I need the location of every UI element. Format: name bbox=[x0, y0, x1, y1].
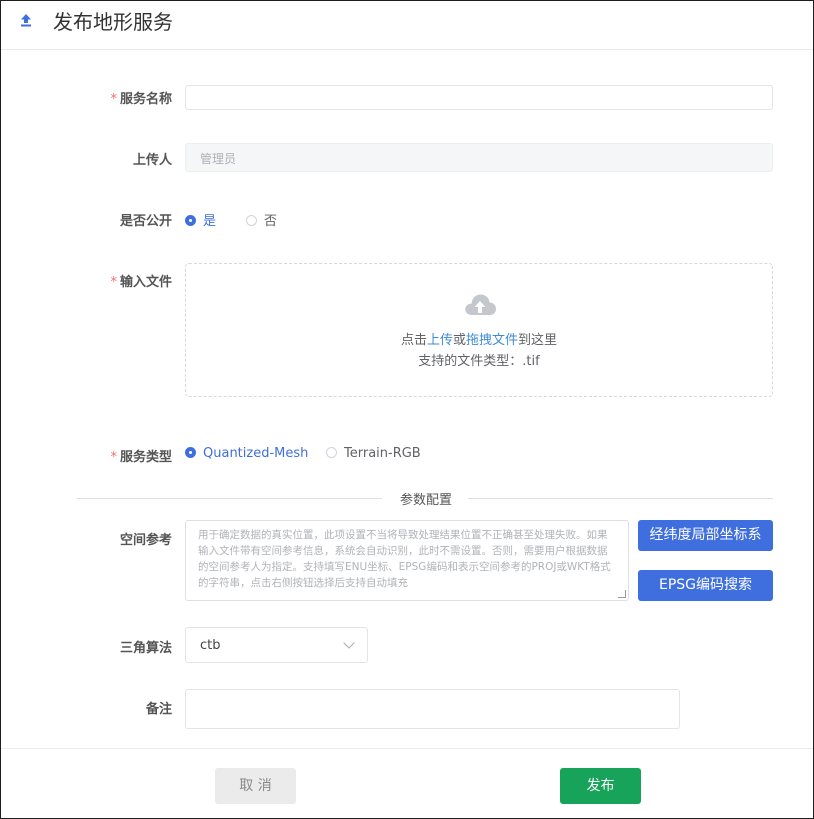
remark-textarea[interactable] bbox=[185, 689, 680, 729]
chevron-down-icon bbox=[343, 637, 355, 649]
service-name-label: * 服务名称 bbox=[110, 92, 172, 107]
service-name-input[interactable] bbox=[185, 85, 773, 110]
params-section-title: 参数配置 bbox=[400, 493, 453, 508]
uploader-label: 上传人 bbox=[132, 153, 172, 168]
publish-terrain-dialog: 发布地形服务 * 服务名称 上传人 管理员 是否公开 是 否 * 输入文件 点击上传… bbox=[0, 0, 814, 819]
divider-right bbox=[468, 498, 773, 499]
remark-label: 备注 bbox=[145, 702, 172, 717]
local-coord-system-button[interactable]: 经纬度局部坐标系 bbox=[638, 520, 773, 551]
cloud-upload-icon bbox=[465, 294, 496, 315]
service-type-label: * 服务类型 bbox=[110, 450, 172, 465]
public-yes-radio[interactable]: 是 bbox=[185, 210, 216, 229]
divider-left bbox=[77, 498, 382, 499]
dialog-footer: 取 消 发布 bbox=[1, 748, 813, 818]
upload-link[interactable]: 上传 bbox=[427, 333, 453, 348]
resize-handle-icon[interactable] bbox=[618, 590, 626, 598]
upload-icon bbox=[21, 14, 31, 27]
is-public-label: 是否公开 bbox=[119, 214, 172, 229]
publish-button[interactable]: 发布 bbox=[560, 768, 641, 804]
public-no-radio[interactable]: 否 bbox=[246, 210, 277, 229]
input-file-label: * 输入文件 bbox=[110, 275, 172, 290]
dialog-header: 发布地形服务 bbox=[1, 1, 813, 50]
triangle-algo-label: 三角算法 bbox=[119, 641, 172, 656]
terrain-rgb-radio[interactable]: Terrain-RGB bbox=[326, 446, 421, 461]
dialog-title: 发布地形服务 bbox=[53, 10, 173, 34]
upload-instruction: 点击上传或拖拽文件到这里 bbox=[400, 333, 558, 348]
spatial-ref-label: 空间参考 bbox=[119, 533, 172, 548]
epsg-search-button[interactable]: EPSG编码搜索 bbox=[638, 570, 773, 601]
file-types-hint: 支持的文件类型：.tif bbox=[418, 354, 540, 369]
quantized-mesh-radio[interactable]: Quantized-Mesh bbox=[185, 446, 308, 461]
file-upload-dropzone[interactable]: 点击上传或拖拽文件到这里 支持的文件类型：.tif bbox=[185, 263, 773, 397]
drag-file-link[interactable]: 拖拽文件 bbox=[466, 333, 518, 348]
spatial-ref-textarea[interactable]: 用于确定数据的真实位置，此项设置不当将导致处理结果位置不正确甚至处理失败。如果输… bbox=[185, 520, 629, 601]
triangle-algo-select[interactable]: ctb bbox=[185, 627, 368, 663]
uploader-input: 管理员 bbox=[185, 143, 773, 172]
cancel-button[interactable]: 取 消 bbox=[215, 768, 296, 804]
